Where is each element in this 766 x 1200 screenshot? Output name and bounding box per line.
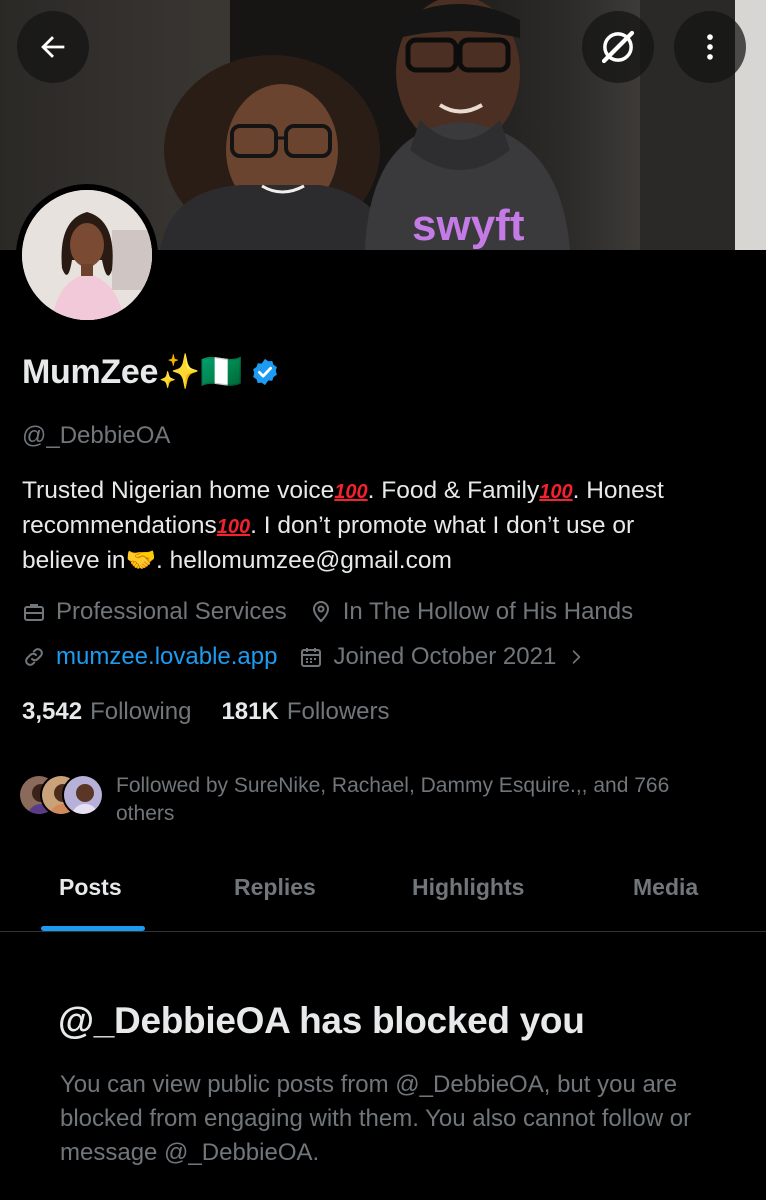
location-pin-icon [312, 601, 329, 623]
avatar [62, 774, 104, 816]
followed-by-text: Followed by SureNike, Rachael, Dammy Esq… [116, 774, 670, 825]
name-row: MumZee✨🇳🇬 [22, 352, 280, 392]
blocked-title: @_DebbieOA has blocked you [58, 1000, 585, 1041]
hundred-points-icon: 100 [539, 481, 573, 503]
location-item: In The Hollow of His Hands [309, 598, 633, 626]
bio-line: believe in🤝. hellomumzee@gmail.com [22, 547, 452, 574]
link-icon [25, 648, 43, 666]
tab-highlights[interactable]: Highlights [412, 874, 524, 901]
banner-swyft-text: swyft [412, 201, 525, 250]
joined-label: Joined October 2021 [333, 643, 557, 670]
profile-handle: @_DebbieOA [22, 422, 171, 449]
more-vertical-icon [707, 34, 713, 60]
arrow-left-icon [41, 36, 65, 58]
website-link[interactable]: mumzee.lovable.app [56, 643, 277, 671]
handshake-icon: 🤝 [125, 547, 157, 574]
hundred-points-icon: 100 [216, 516, 251, 538]
followers-label: Followers [286, 698, 390, 725]
tab-media[interactable]: Media [633, 874, 698, 901]
website-item[interactable]: mumzee.lovable.app [22, 643, 277, 671]
followers-stat[interactable]: 181K Followers [221, 698, 389, 726]
bio-line: Trusted Nigerian home voice100. Food & F… [22, 477, 664, 504]
profile-meta-row: mumzee.lovable.app Joined October 2021 [22, 643, 608, 671]
blocked-description: You can view public posts from @_DebbieO… [60, 1071, 692, 1166]
active-tab-indicator [41, 926, 145, 931]
grok-button[interactable] [582, 11, 654, 83]
chevron-right-icon [572, 650, 581, 664]
location-label: In The Hollow of His Hands [342, 598, 634, 625]
grok-slash-circle-icon [601, 30, 635, 64]
profile-meta-row: Professional Services In The Hollow of H… [22, 598, 655, 626]
bio-line: recommendations100. I don’t promote what… [22, 512, 635, 539]
following-stat[interactable]: 3,542 Following [22, 698, 191, 726]
mutual-avatars [18, 772, 106, 818]
verified-badge-icon[interactable] [250, 357, 280, 387]
followed-by-row[interactable]: Followed by SureNike, Rachael, Dammy Esq… [18, 772, 716, 828]
profile-tabs: Posts Replies Highlights Media [0, 850, 766, 932]
calendar-icon [301, 648, 322, 667]
briefcase-icon [24, 604, 44, 621]
profile-avatar[interactable] [16, 184, 158, 326]
hundred-points-icon: 100 [334, 481, 368, 503]
following-count: 3,542 [22, 698, 83, 725]
follow-stats: 3,542 Following 181K Followers [22, 698, 390, 726]
back-button[interactable] [17, 11, 89, 83]
tab-posts[interactable]: Posts [59, 874, 122, 901]
avatar-photo [22, 190, 152, 320]
following-label: Following [90, 698, 192, 725]
tab-replies[interactable]: Replies [234, 874, 316, 901]
joined-item[interactable]: Joined October 2021 [299, 643, 586, 671]
profile-bio: Trusted Nigerian home voice100. Food & F… [22, 474, 742, 577]
category-label: Professional Services [56, 598, 287, 625]
followers-count: 181K [221, 698, 279, 725]
display-name: MumZee✨🇳🇬 [22, 353, 243, 391]
category-item: Professional Services [22, 598, 287, 626]
more-options-button[interactable] [674, 11, 746, 83]
